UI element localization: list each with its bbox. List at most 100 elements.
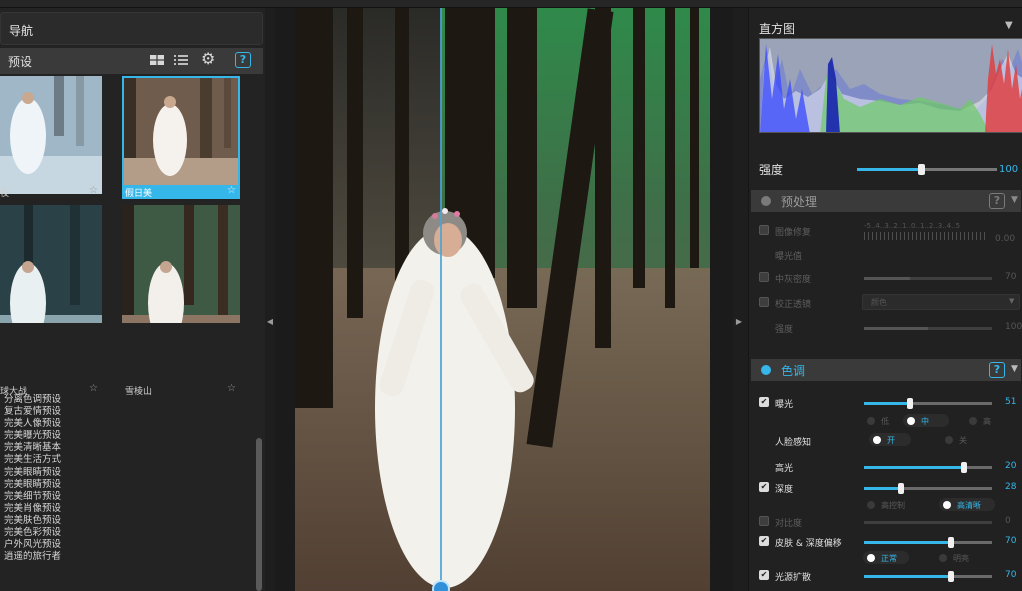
chevron-down-icon: ▼: [1009, 297, 1015, 305]
section-toggle-icon[interactable]: [761, 196, 771, 206]
list-item[interactable]: 户外风光预设: [4, 539, 254, 551]
tone-section-header[interactable]: 色调 ? ▼: [751, 359, 1021, 381]
face-aware-label: 人脸感知: [775, 438, 812, 448]
neutral-density-checkbox[interactable]: [759, 272, 769, 282]
list-item[interactable]: 完美人像预设: [4, 418, 254, 430]
skin-depth-checkbox[interactable]: ✔: [759, 536, 769, 546]
face-aware-row: 人脸感知 开 关: [749, 432, 1022, 450]
list-item[interactable]: 完美曝光预设: [4, 430, 254, 442]
preset-thumbnail[interactable]: [0, 205, 102, 323]
help-icon[interactable]: ?: [989, 193, 1005, 209]
radio-off[interactable]: [945, 436, 953, 444]
help-icon[interactable]: ?: [989, 362, 1005, 378]
thumbnail-caption-selected: 假日美 ☆: [122, 185, 240, 199]
list-item[interactable]: 分离色调预设: [4, 394, 254, 406]
favorite-star-icon[interactable]: ☆: [227, 383, 236, 394]
strength-label: 强度: [759, 163, 784, 177]
list-item[interactable]: 完美清晰基本: [4, 442, 254, 454]
exposure-knob[interactable]: [907, 398, 914, 409]
preset-list-scrollbar[interactable]: [256, 438, 262, 591]
strength-slider-fill: [857, 168, 922, 171]
list-item[interactable]: 完美肖像预设: [4, 503, 254, 515]
gear-icon[interactable]: ⚙: [201, 51, 215, 67]
radio-high-control[interactable]: [867, 501, 875, 509]
highlights-knob[interactable]: [960, 462, 967, 473]
lens-correction-select[interactable]: 颜色 ▼: [862, 294, 1020, 310]
list-item[interactable]: 完美细节预设: [4, 491, 254, 503]
exposure-scale-labels: -5..4..3..2..1..0..1..2..3..4..5: [864, 222, 961, 230]
highlights-fill: [864, 466, 964, 469]
skin-depth-offset-row: ✔ 皮肤 & 深度偏移 70: [749, 533, 1022, 551]
light-diffusion-knob[interactable]: [948, 571, 955, 582]
radio-high[interactable]: [969, 417, 977, 425]
top-toolbar-strip: [0, 0, 1022, 8]
list-view-icon[interactable]: [174, 54, 188, 68]
lens-correction-checkbox[interactable]: [759, 297, 769, 307]
favorite-star-icon[interactable]: ☆: [89, 383, 98, 394]
section-toggle-icon[interactable]: [761, 365, 771, 375]
list-item[interactable]: 完美眼睛预设: [4, 467, 254, 479]
light-diffusion-value: 70: [1005, 570, 1017, 580]
help-icon[interactable]: ?: [235, 52, 251, 68]
exposure-value: 51: [1005, 397, 1017, 407]
collapse-left-arrow-icon[interactable]: ◀: [265, 315, 275, 329]
contrast-value: 0: [1005, 516, 1011, 526]
radio-mid[interactable]: [907, 417, 915, 425]
skin-depth-knob[interactable]: [948, 537, 955, 548]
exposure-checkbox[interactable]: ✔: [759, 397, 769, 407]
histogram-menu-icon[interactable]: ▼: [1005, 20, 1013, 31]
image-repair-label: 图像修复: [775, 228, 812, 238]
navigator-title: 导航: [9, 24, 34, 38]
navigator-header[interactable]: 导航: [0, 12, 263, 45]
thumbnail-label: 夜: [0, 189, 10, 199]
expand-arrow-icon[interactable]: ▼: [1011, 195, 1018, 205]
radio-high-label: 高: [983, 417, 991, 426]
grid-view-icon[interactable]: [150, 54, 164, 68]
radio-mid-label: 中: [921, 417, 929, 426]
favorite-star-icon[interactable]: ☆: [227, 185, 236, 196]
preprocess-section-header[interactable]: 预处理 ? ▼: [751, 190, 1021, 212]
list-item[interactable]: 完美生活方式: [4, 454, 254, 466]
strength-slider-knob[interactable]: [918, 164, 926, 175]
skin-mode-radios: 正常 明亮: [749, 550, 1022, 568]
expand-arrow-icon[interactable]: ▼: [1011, 364, 1018, 374]
radio-bright[interactable]: [939, 554, 947, 562]
image-repair-row: 图像修复 -5..4..3..2..1..0..1..2..3..4..5 0.…: [749, 222, 1022, 244]
depth-label: 深度: [775, 485, 794, 495]
exposure-label: 曝光: [775, 400, 794, 410]
preset-thumbnail[interactable]: [122, 205, 240, 323]
preset-thumbnail[interactable]: [0, 76, 102, 194]
radio-high-clarity[interactable]: [943, 501, 951, 509]
depth-checkbox[interactable]: ✔: [759, 482, 769, 492]
contrast-label: 对比度: [775, 519, 803, 529]
list-item[interactable]: 逍遥的旅行者: [4, 551, 254, 563]
contrast-checkbox[interactable]: [759, 516, 769, 526]
depth-knob[interactable]: [898, 483, 905, 494]
highlights-label: 高光: [775, 464, 794, 474]
exposure-scale-ruler[interactable]: [864, 232, 988, 240]
preset-thumbnail-selected[interactable]: [122, 76, 240, 194]
contrast-slider[interactable]: [864, 521, 992, 524]
neutral-density-fill: [864, 277, 911, 280]
list-item[interactable]: 复古爱情预设: [4, 406, 254, 418]
collapse-right-arrow-icon[interactable]: ▶: [734, 315, 744, 329]
radio-low[interactable]: [867, 417, 875, 425]
tone-title: 色调: [781, 364, 806, 378]
list-item[interactable]: 完美眼睛预设: [4, 479, 254, 491]
lens-strength-fill: [864, 327, 928, 330]
light-diffusion-checkbox[interactable]: ✔: [759, 570, 769, 580]
image-repair-checkbox[interactable]: [759, 225, 769, 235]
list-item[interactable]: 完美色彩预设: [4, 527, 254, 539]
favorite-star-icon[interactable]: ☆: [89, 185, 98, 196]
presets-title: 预设: [8, 55, 33, 69]
list-item[interactable]: 完美肤色预设: [4, 515, 254, 527]
presets-header: 预设 ⚙ ?: [0, 48, 263, 74]
split-handle-icon[interactable]: [432, 580, 450, 591]
skin-depth-value: 70: [1005, 536, 1017, 546]
skin-depth-fill: [864, 541, 952, 544]
radio-on[interactable]: [873, 436, 881, 444]
radio-normal[interactable]: [867, 554, 875, 562]
exposure-value-label: 曝光值: [775, 252, 803, 262]
photo-preview[interactable]: [295, 8, 710, 591]
before-after-split-line[interactable]: [440, 8, 442, 591]
